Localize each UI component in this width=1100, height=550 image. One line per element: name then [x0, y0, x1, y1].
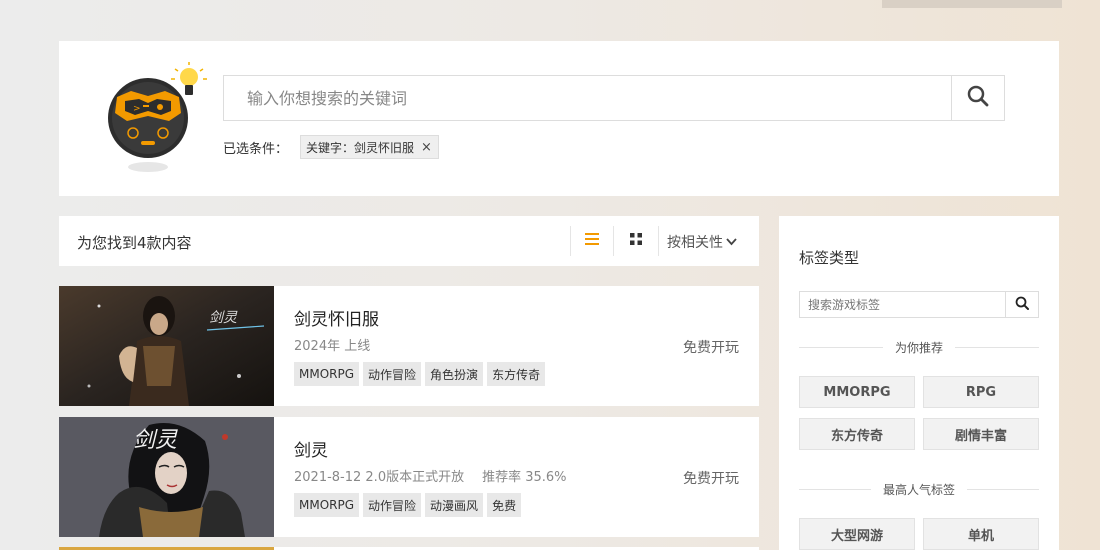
svg-text:剑灵: 剑灵 [133, 428, 178, 453]
game-tag[interactable]: 免费 [487, 493, 522, 517]
game-tags: MMORPG 动作冒险 角色扮演 东方传奇 [294, 362, 546, 386]
release-date: 2021-8-12 2.0版本正式开放 [294, 470, 465, 485]
search-panel: > 已选条件： 关键字：剑灵怀旧服 × [59, 41, 1059, 196]
search-button[interactable] [951, 76, 1004, 120]
recommend-tags: MMORPG RPG 东方传奇 剧情丰富 [799, 376, 1039, 450]
conditions-label: 已选条件： [223, 141, 289, 157]
recommend-rate: 推荐率 35.6% [482, 470, 567, 485]
game-tag[interactable]: 动漫画风 [425, 493, 484, 517]
game-thumbnail[interactable]: 剑灵 [59, 286, 274, 406]
sidebar-tag[interactable]: RPG [923, 376, 1039, 408]
game-thumbnail[interactable]: 剑灵 [59, 417, 274, 537]
game-meta: 2024年 上线 [294, 335, 370, 354]
list-icon [585, 233, 599, 249]
sidebar-tag[interactable]: 单机 [923, 518, 1039, 550]
sidebar-tag[interactable]: 东方传奇 [799, 418, 915, 450]
game-tag[interactable]: MMORPG [294, 362, 360, 386]
search-box [223, 75, 1005, 121]
selected-conditions: 已选条件： 关键字：剑灵怀旧服 × [223, 135, 439, 159]
search-input[interactable] [224, 76, 952, 120]
sidebar-tag[interactable]: MMORPG [799, 376, 915, 408]
results-header: 为您找到4款内容 按相关性 [59, 216, 759, 266]
close-icon[interactable]: × [421, 140, 432, 155]
popular-tags: 大型网游 单机 [799, 518, 1039, 550]
keyword-chip: 关键字：剑灵怀旧服 × [300, 135, 439, 159]
top-banner-strip [882, 0, 1062, 8]
keyword-chip-label: 关键字：剑灵怀旧服 [306, 140, 415, 155]
game-status: 免费开玩 [683, 471, 739, 487]
result-count: 为您找到4款内容 [77, 234, 192, 252]
popular-heading: 最高人气标签 [799, 481, 1039, 498]
tag-search-input[interactable] [800, 292, 1005, 317]
search-icon [967, 85, 989, 111]
chevron-down-icon [726, 234, 737, 250]
sidebar-title: 标签类型 [799, 249, 860, 267]
mascot-logo: > [103, 61, 213, 176]
game-title[interactable]: 剑灵怀旧服 [294, 305, 379, 330]
game-status: 免费开玩 [683, 340, 739, 356]
sort-dropdown[interactable]: 按相关性 [667, 232, 737, 252]
tag-search-button[interactable] [1005, 292, 1038, 317]
game-tag[interactable]: 东方传奇 [487, 362, 546, 386]
popular-heading-label: 最高人气标签 [883, 483, 956, 497]
game-meta: 2021-8-12 2.0版本正式开放 推荐率 35.6% [294, 466, 567, 485]
sidebar-tag[interactable]: 大型网游 [799, 518, 915, 550]
list-view-button[interactable] [570, 226, 614, 256]
release-date: 2024年 上线 [294, 339, 371, 354]
svg-text:剑灵: 剑灵 [209, 310, 238, 326]
svg-text:>: > [133, 104, 141, 114]
search-icon [1015, 296, 1029, 314]
game-tag[interactable]: 动作冒险 [363, 362, 422, 386]
recommend-heading: 为你推荐 [799, 339, 1039, 356]
game-tag[interactable]: 角色扮演 [425, 362, 484, 386]
game-tag[interactable]: MMORPG [294, 493, 360, 517]
game-card[interactable]: 剑灵 剑灵 2021-8-12 2.0版本正式开放 推荐率 35.6% MMOR… [59, 417, 759, 537]
game-tag[interactable]: 动作冒险 [363, 493, 422, 517]
game-card[interactable]: 剑灵 剑灵怀旧服 2024年 上线 MMORPG 动作冒险 角色扮演 东方传奇 … [59, 286, 759, 406]
sort-label: 按相关性 [667, 235, 723, 251]
tag-sidebar: 标签类型 为你推荐 MMORPG RPG 东方传奇 剧情丰富 最高人气标签 大型… [779, 216, 1059, 550]
sidebar-tag[interactable]: 剧情丰富 [923, 418, 1039, 450]
tag-search-box [799, 291, 1039, 318]
grid-view-button[interactable] [614, 226, 659, 256]
grid-icon [630, 233, 642, 249]
game-title[interactable]: 剑灵 [294, 436, 328, 461]
recommend-heading-label: 为你推荐 [895, 341, 944, 355]
game-tags: MMORPG 动作冒险 动漫画风 免费 [294, 493, 522, 517]
